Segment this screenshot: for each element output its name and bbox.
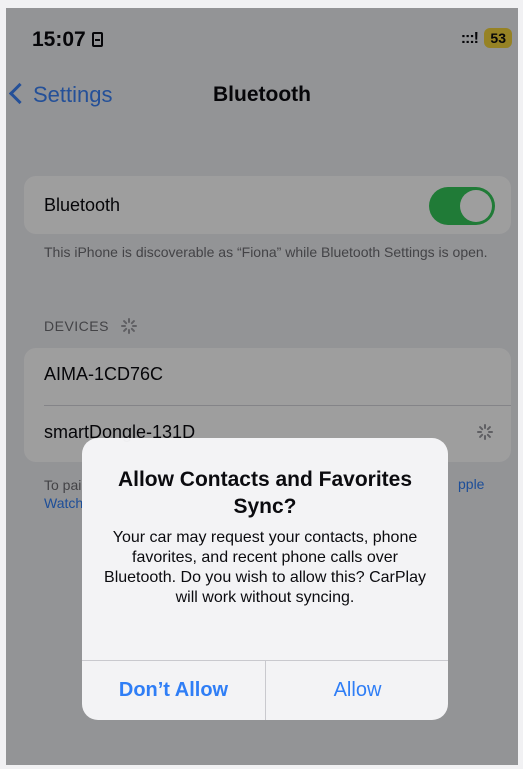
sync-alert: Allow Contacts and Favorites Sync? Your … <box>82 438 448 720</box>
alert-title: Allow Contacts and Favorites Sync? <box>117 468 413 518</box>
screen: 15:07 :::! 53 Settings Bluetooth Bluetoo… <box>6 8 518 765</box>
dont-allow-button[interactable]: Don’t Allow <box>82 660 265 720</box>
allow-button[interactable]: Allow <box>266 660 448 720</box>
alert-message: Your car may request your contacts, phon… <box>104 529 426 606</box>
